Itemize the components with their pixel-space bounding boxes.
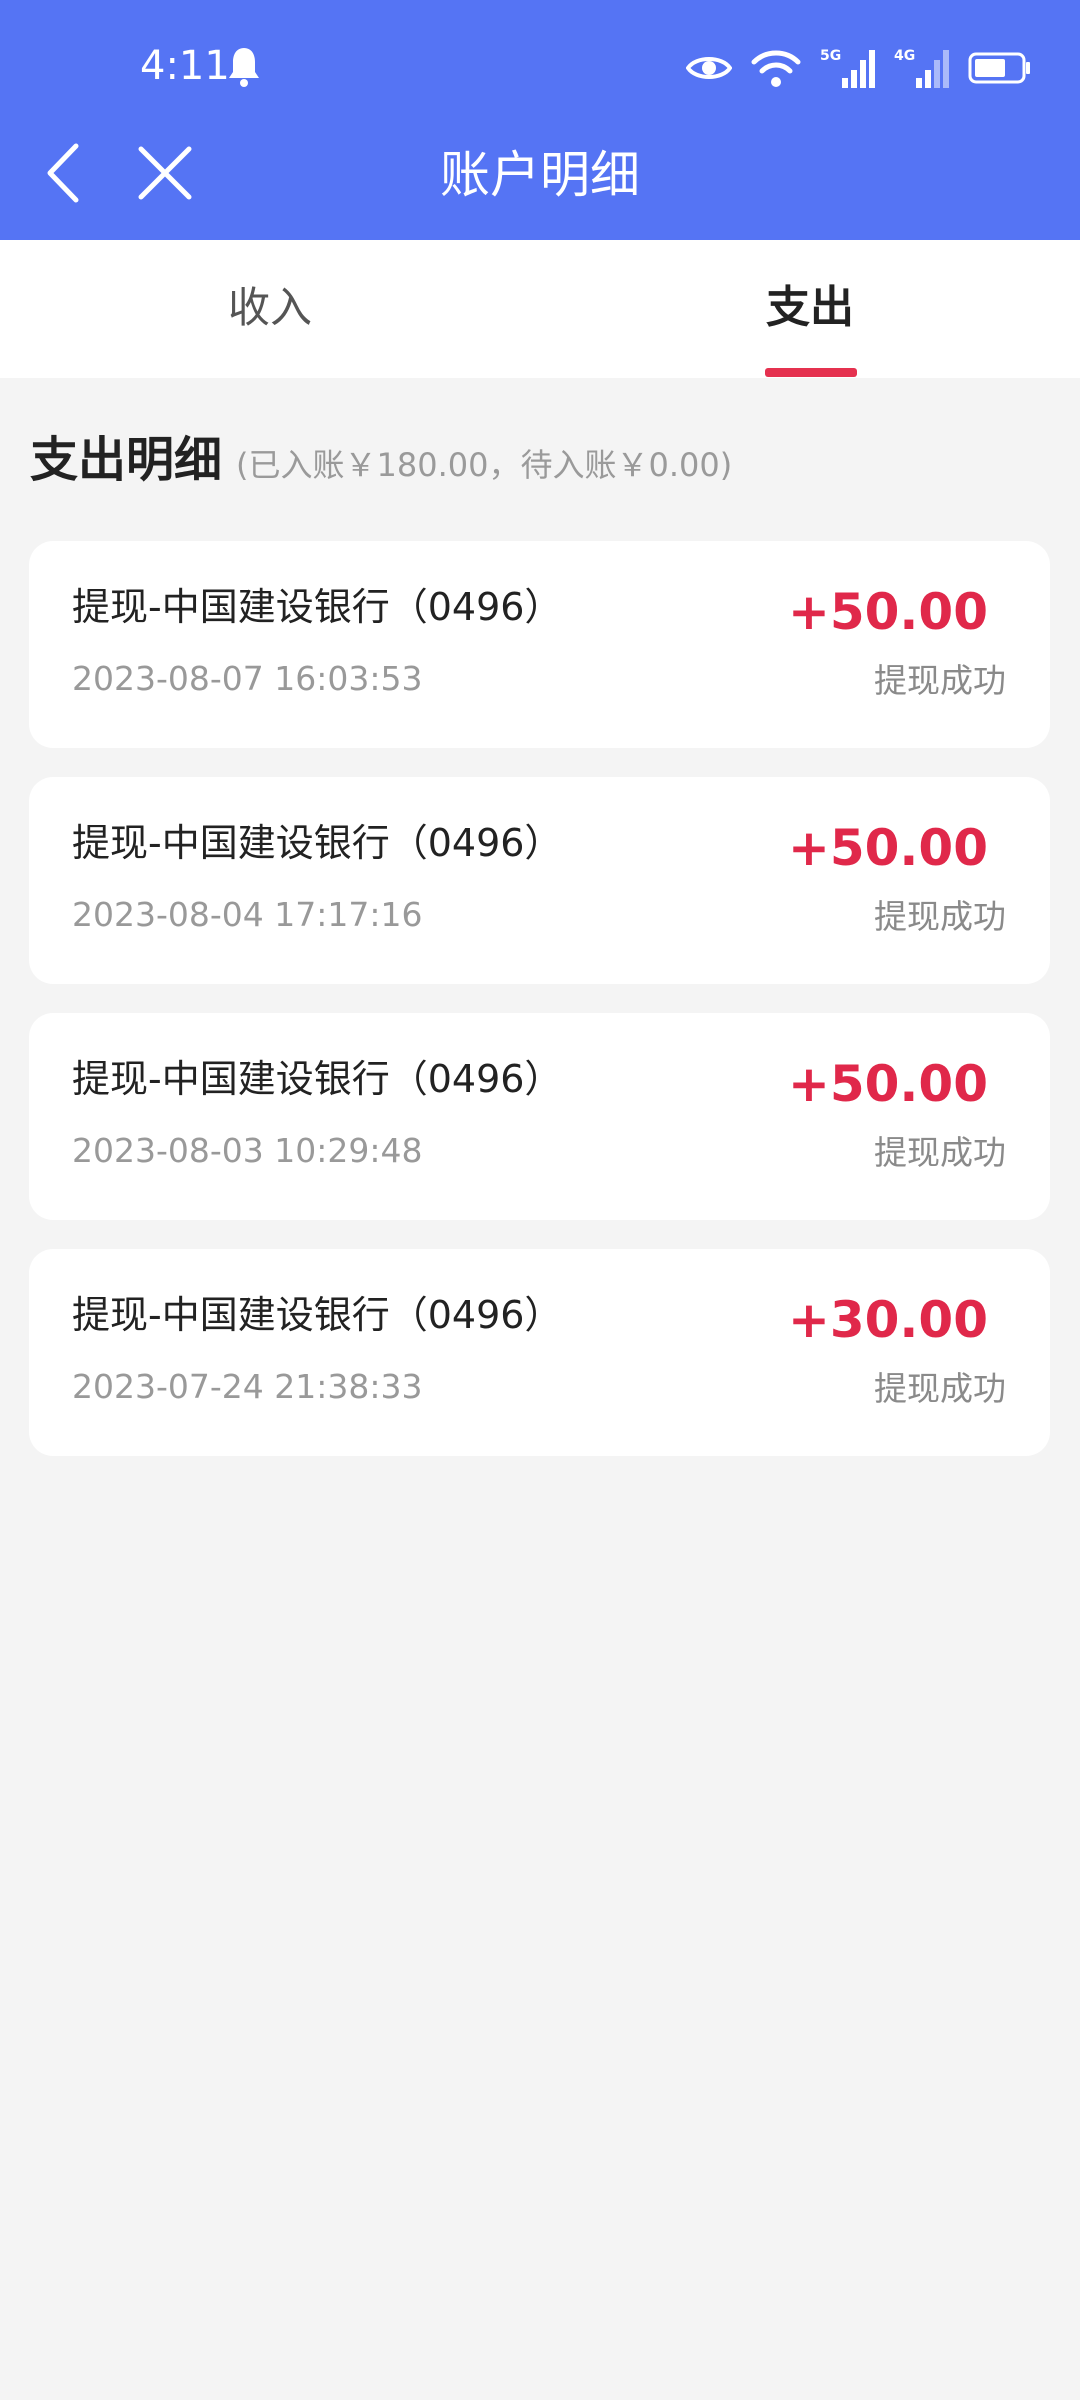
record-amount: +50.00 bbox=[787, 1055, 988, 1113]
signal-5g-icon: 5G bbox=[820, 48, 875, 88]
svg-text:5G: 5G bbox=[820, 48, 841, 64]
record-amount: +50.00 bbox=[787, 583, 988, 641]
signal-4g-icon: 4G bbox=[894, 48, 949, 88]
app-header: 4:11 5G 4G 账户明细 bbox=[0, 0, 1080, 240]
tab-bar: 收入 支出 bbox=[0, 240, 1080, 378]
wifi-icon bbox=[751, 50, 801, 87]
record-amount: +50.00 bbox=[787, 819, 988, 877]
record-name: 提现-中国建设银行（0496） bbox=[72, 585, 563, 629]
record-name: 提现-中国建设银行（0496） bbox=[72, 1057, 563, 1101]
status-icons: 5G 4G bbox=[686, 40, 1032, 96]
record-time: 2023-07-24 21:38:33 bbox=[72, 1367, 423, 1406]
record-time: 2023-08-07 16:03:53 bbox=[72, 659, 423, 698]
record-status: 提现成功 bbox=[874, 1369, 1006, 1408]
record-card[interactable]: 提现-中国建设银行（0496） 2023-08-03 10:29:48 +50.… bbox=[29, 1013, 1050, 1220]
status-time: 4:11 bbox=[140, 43, 230, 89]
active-tab-indicator bbox=[765, 368, 857, 377]
section-summary: (已入账￥180.00，待入账￥0.00) bbox=[236, 446, 733, 484]
record-card[interactable]: 提现-中国建设银行（0496） 2023-07-24 21:38:33 +30.… bbox=[29, 1249, 1050, 1456]
tab-income[interactable]: 收入 bbox=[0, 240, 540, 378]
svg-text:4G: 4G bbox=[894, 48, 915, 64]
bell-icon bbox=[229, 48, 259, 87]
record-card[interactable]: 提现-中国建设银行（0496） 2023-08-07 16:03:53 +50.… bbox=[29, 541, 1050, 748]
eye-icon bbox=[686, 57, 732, 79]
record-status: 提现成功 bbox=[874, 661, 1006, 700]
record-name: 提现-中国建设银行（0496） bbox=[72, 1293, 563, 1337]
section-title: 支出明细 bbox=[30, 432, 223, 488]
tab-expense[interactable]: 支出 bbox=[540, 240, 1080, 378]
record-status: 提现成功 bbox=[874, 897, 1006, 936]
record-time: 2023-08-03 10:29:48 bbox=[72, 1131, 423, 1170]
record-status: 提现成功 bbox=[874, 1133, 1006, 1172]
battery-icon bbox=[968, 52, 1030, 84]
section-heading: 支出明细 (已入账￥180.00，待入账￥0.00) bbox=[30, 428, 732, 492]
record-name: 提现-中国建设银行（0496） bbox=[72, 821, 563, 865]
record-time: 2023-08-04 17:17:16 bbox=[72, 895, 423, 934]
record-amount: +30.00 bbox=[787, 1291, 988, 1349]
page-title: 账户明细 bbox=[440, 146, 640, 204]
record-card[interactable]: 提现-中国建设银行（0496） 2023-08-04 17:17:16 +50.… bbox=[29, 777, 1050, 984]
